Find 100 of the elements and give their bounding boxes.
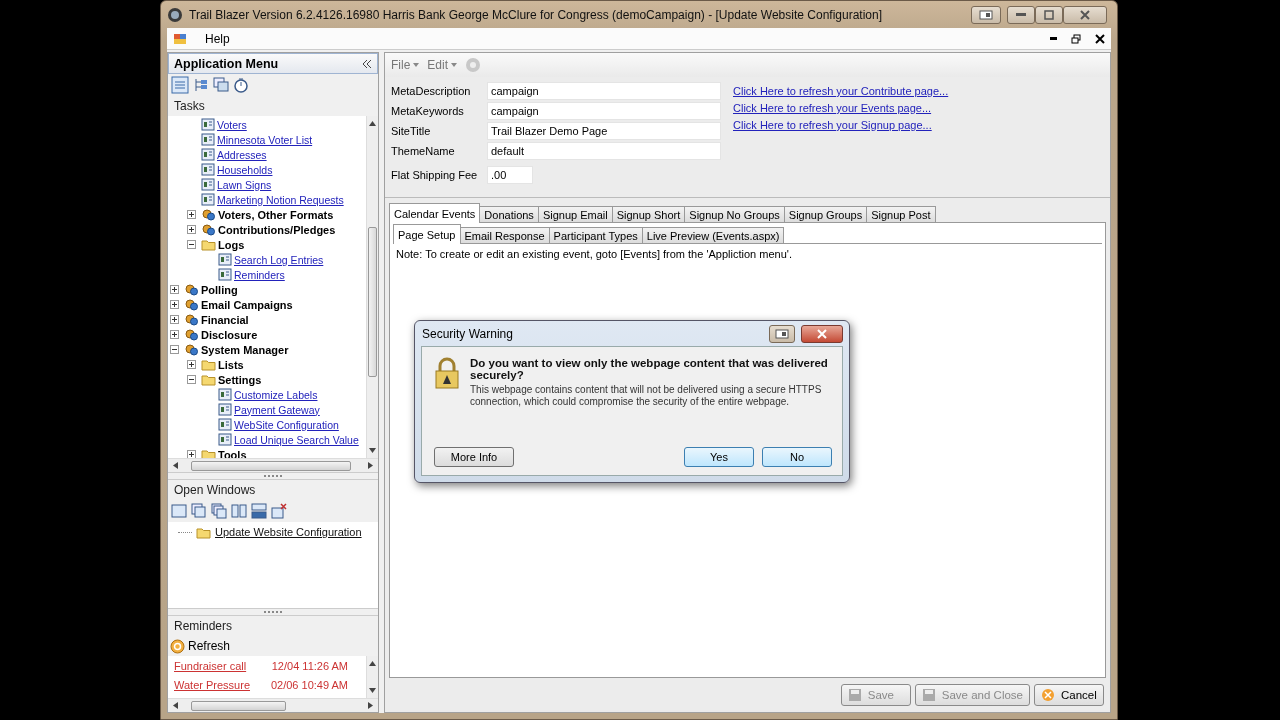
tab[interactable]: Calendar Events: [389, 203, 481, 223]
stopwatch-icon[interactable]: [233, 77, 249, 93]
expander-icon[interactable]: [187, 360, 196, 369]
tree-item[interactable]: Polling: [201, 283, 238, 296]
field-label: MetaKeywords: [391, 104, 465, 119]
text-field[interactable]: campaign: [487, 102, 721, 120]
dialog-button[interactable]: More Info: [434, 447, 514, 467]
horizontal-scrollbar[interactable]: [168, 458, 378, 472]
tree-item[interactable]: Lists: [218, 358, 244, 371]
maximize-icon: [1044, 9, 1054, 20]
cascade-icon[interactable]: [191, 503, 207, 519]
refresh-link[interactable]: Click Here to refresh your Events page...: [733, 102, 949, 114]
tree-link[interactable]: Customize Labels: [234, 388, 318, 401]
horizontal-scrollbar[interactable]: [168, 698, 378, 712]
tree-link[interactable]: Load Unique Search Value: [234, 433, 359, 446]
cancel-button[interactable]: Cancel: [1034, 684, 1104, 706]
tile-horizontal-icon[interactable]: [251, 503, 267, 519]
tile-vertical-icon[interactable]: [231, 503, 247, 519]
tree-link[interactable]: Search Log Entries: [234, 253, 324, 266]
tree-link[interactable]: Addresses: [217, 148, 267, 161]
expander-icon[interactable]: [187, 210, 196, 219]
restore-icon[interactable]: [1071, 33, 1081, 44]
reminder-link[interactable]: Water Pressure: [174, 678, 250, 691]
tab[interactable]: Donations: [479, 206, 539, 223]
tab[interactable]: Signup Short: [611, 206, 686, 223]
scroll-up-icon[interactable]: [369, 120, 376, 127]
windows-icon[interactable]: [213, 77, 229, 93]
compatibility-button[interactable]: [769, 324, 795, 343]
toolbar-menu[interactable]: File: [391, 58, 420, 72]
expander-icon[interactable]: [170, 330, 179, 339]
expander-icon[interactable]: [170, 300, 179, 309]
tab[interactable]: Signup Groups: [783, 206, 868, 223]
menu-item[interactable]: Help: [201, 29, 234, 48]
vertical-scrollbar[interactable]: [366, 116, 378, 458]
tab[interactable]: Participant Types: [548, 227, 643, 244]
text-field[interactable]: campaign: [487, 82, 721, 100]
collapse-icon[interactable]: [362, 58, 372, 69]
scroll-right-icon[interactable]: [367, 702, 374, 709]
tree-item[interactable]: Tools: [218, 448, 247, 458]
tree-item[interactable]: Contributions/Pledges: [218, 223, 336, 236]
tree-link[interactable]: Lawn Signs: [217, 178, 272, 191]
vertical-scrollbar[interactable]: [366, 656, 378, 698]
tab[interactable]: Live Preview (Events.aspx): [641, 227, 785, 244]
refresh-link[interactable]: Click Here to refresh your Signup page...: [733, 119, 949, 131]
scroll-down-icon[interactable]: [369, 447, 376, 454]
tree-item[interactable]: Voters, Other Formats: [218, 208, 334, 221]
tree-item[interactable]: Settings: [218, 373, 262, 386]
tree-link[interactable]: Voters: [217, 118, 247, 131]
expander-icon[interactable]: [170, 315, 179, 324]
section-label: Tasks: [173, 98, 206, 115]
tree-item[interactable]: Logs: [218, 238, 245, 251]
text-field[interactable]: default: [487, 142, 721, 160]
tree-link[interactable]: Payment Gateway: [234, 403, 320, 416]
dialog-button[interactable]: No: [762, 447, 832, 467]
tab[interactable]: Page Setup: [393, 224, 461, 244]
tree-view-icon[interactable]: [193, 77, 209, 93]
close-window-icon[interactable]: [271, 503, 287, 519]
toolbar-menu[interactable]: Edit: [427, 58, 458, 72]
tree-item[interactable]: System Manager: [201, 343, 289, 356]
expander-icon[interactable]: [187, 375, 196, 384]
close-icon[interactable]: [1095, 33, 1105, 44]
compatibility-button[interactable]: [971, 5, 1001, 24]
refresh-link[interactable]: Click Here to refresh your Contribute page...: [733, 85, 949, 97]
dialog-button[interactable]: Yes: [684, 447, 754, 467]
reminder-link[interactable]: Fundraiser call: [174, 659, 247, 672]
expander-icon[interactable]: [187, 225, 196, 234]
tree-link[interactable]: Marketing Notion Requests: [217, 193, 344, 206]
text-field[interactable]: Trail Blazer Demo Page: [487, 122, 721, 140]
page-icon: [201, 163, 215, 176]
expander-icon[interactable]: [170, 345, 179, 354]
tree-link[interactable]: WebSite Configuration: [234, 418, 339, 431]
expander-icon[interactable]: [170, 285, 179, 294]
page-icon: [218, 403, 232, 416]
tree-item[interactable]: Disclosure: [201, 328, 258, 341]
expander-icon[interactable]: [187, 240, 196, 249]
page-icon: [201, 178, 215, 191]
tree-link[interactable]: Households: [217, 163, 273, 176]
scroll-left-icon[interactable]: [172, 702, 179, 709]
close-button[interactable]: [1063, 5, 1107, 24]
close-button[interactable]: [801, 324, 843, 343]
tab[interactable]: Signup No Groups: [684, 206, 785, 223]
tree-link[interactable]: Minnesota Voter List: [217, 133, 313, 146]
tree-item[interactable]: Financial: [201, 313, 249, 326]
open-window-link[interactable]: Update Website Configuration: [215, 526, 362, 538]
tab[interactable]: Email Response: [459, 227, 550, 244]
text-field[interactable]: .00: [487, 166, 533, 184]
scroll-left-icon[interactable]: [172, 462, 179, 469]
refresh-button[interactable]: Refresh: [168, 636, 378, 656]
scroll-right-icon[interactable]: [367, 462, 374, 469]
window-icon: [979, 9, 993, 20]
stack-icon[interactable]: [211, 503, 227, 519]
tree-link[interactable]: Reminders: [234, 268, 285, 281]
dialog-message: This webpage contains content that will not be delivered using a secure HTTPS connection, which could compromise the security of the entire webpage.: [470, 384, 823, 408]
scroll-down-icon[interactable]: [369, 687, 376, 694]
minimize-button[interactable]: [1007, 5, 1035, 24]
tree-item[interactable]: Email Campaigns: [201, 298, 293, 311]
tab[interactable]: Signup Email: [537, 206, 613, 223]
tab[interactable]: Signup Post: [866, 206, 936, 223]
scroll-up-icon[interactable]: [369, 660, 376, 667]
maximize-button[interactable]: [1035, 5, 1063, 24]
